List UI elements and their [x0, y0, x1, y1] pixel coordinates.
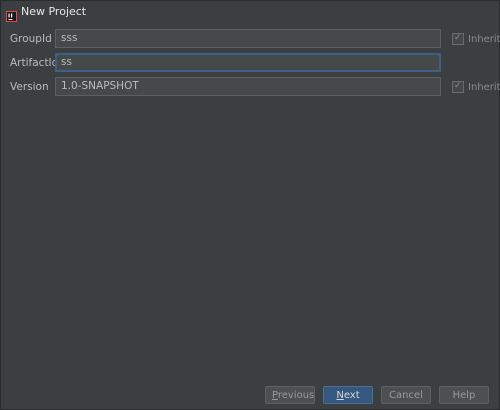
previous-button[interactable]: Previous	[265, 386, 315, 404]
title-bar: New Project	[1, 1, 499, 23]
next-button[interactable]: Next	[323, 386, 373, 404]
checkmark-icon: ✓	[454, 81, 462, 91]
artifactid-row: ArtifactId ss	[1, 53, 499, 73]
version-row: Version 1.0-SNAPSHOT ✓ Inherit	[1, 77, 500, 97]
artifactid-label: ArtifactId	[10, 57, 59, 69]
groupid-label: GroupId	[10, 33, 52, 45]
intellij-app-icon	[6, 7, 17, 22]
previous-label: revious	[277, 390, 315, 401]
help-button[interactable]: Help	[439, 386, 489, 404]
next-label: ext	[343, 390, 360, 401]
groupid-field[interactable]: sss	[55, 29, 441, 48]
window-title: New Project	[21, 5, 87, 18]
version-inherit-checkbox[interactable]: ✓ Inherit	[452, 77, 500, 97]
new-project-dialog: New Project GroupId sss ✓ Inherit Artifa…	[0, 0, 500, 410]
checkmark-icon: ✓	[454, 33, 462, 43]
cancel-button[interactable]: Cancel	[381, 386, 431, 404]
next-mnemonic: N	[336, 390, 344, 401]
inherit-label: Inherit	[468, 33, 500, 45]
groupid-row: GroupId sss ✓ Inherit	[1, 29, 500, 49]
artifactid-field[interactable]: ss	[55, 53, 441, 72]
inherit-label: Inherit	[468, 81, 500, 93]
groupid-inherit-checkbox[interactable]: ✓ Inherit	[452, 29, 500, 49]
checkbox-icon[interactable]: ✓	[452, 33, 464, 45]
checkbox-icon[interactable]: ✓	[452, 81, 464, 93]
version-field[interactable]: 1.0-SNAPSHOT	[55, 77, 441, 96]
version-label: Version	[10, 81, 49, 93]
